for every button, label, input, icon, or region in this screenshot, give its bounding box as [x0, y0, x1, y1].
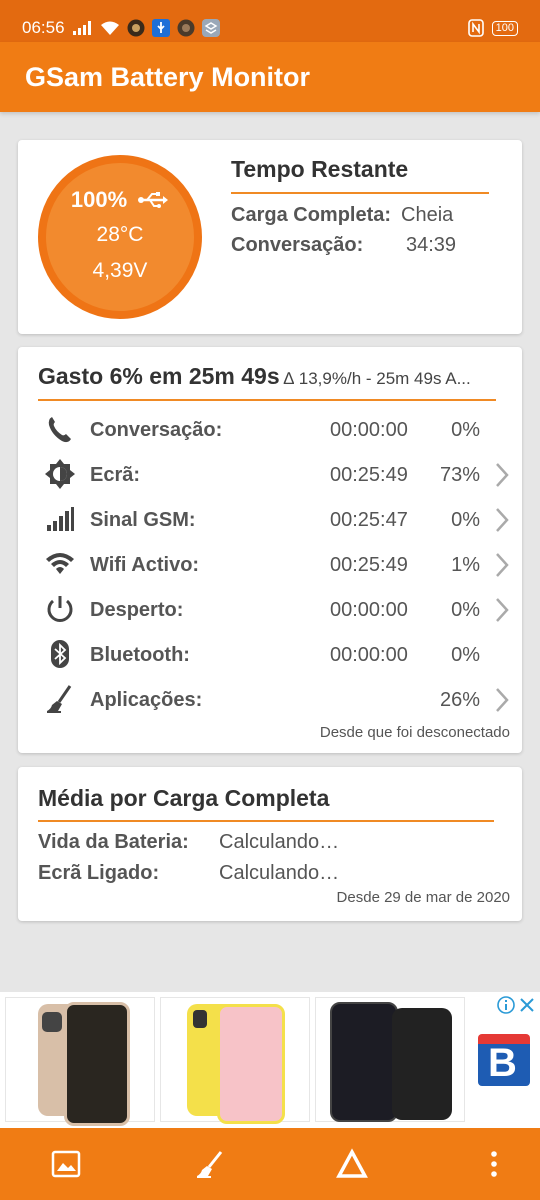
- status-time: 06:56: [22, 18, 65, 37]
- usage-row-label: Aplicações:: [90, 689, 203, 711]
- close-icon[interactable]: [519, 997, 535, 1013]
- remaining-value: Cheia: [401, 204, 454, 226]
- usage-row-percent: 1%: [451, 554, 480, 576]
- usage-row-conversation: Conversação: 00:00:00 0%: [18, 407, 522, 452]
- ad-product-image[interactable]: [5, 997, 155, 1126]
- usage-row-screen[interactable]: Ecrã: 00:25:49 73%: [18, 452, 522, 497]
- remaining-row: Conversação: 34:39: [231, 234, 456, 257]
- image-icon[interactable]: [50, 1148, 82, 1180]
- usage-title-line: Gasto 6% em 25m 49s ∆ 13,9%/h - 25m 49s A…: [38, 363, 471, 390]
- chevron-right-icon[interactable]: [494, 462, 510, 488]
- remaining-row: Carga Completa: Cheia: [231, 204, 453, 227]
- bluetooth-icon: [51, 640, 69, 668]
- usage-row-gsm[interactable]: Sinal GSM: 00:25:47 0%: [18, 497, 522, 542]
- broom-icon: [47, 685, 72, 713]
- brightness-icon: [45, 459, 75, 489]
- info-icon[interactable]: [497, 996, 515, 1014]
- ad-brand-logo[interactable]: B: [478, 1034, 530, 1086]
- usage-title: Gasto 6% em 25m 49s: [38, 363, 280, 389]
- average-label: Vida da Bateria:: [38, 831, 189, 853]
- usage-row-apps[interactable]: Aplicações: 26%: [18, 677, 522, 722]
- delta-icon[interactable]: [336, 1148, 368, 1180]
- usage-row-awake[interactable]: Desperto: 00:00:00 0%: [18, 587, 522, 632]
- ad-banner[interactable]: B: [0, 992, 540, 1128]
- usage-row-time: 00:25:49: [330, 554, 408, 576]
- usage-card: Gasto 6% em 25m 49s ∆ 13,9%/h - 25m 49s A…: [18, 347, 522, 753]
- usage-row-label: Conversação:: [90, 419, 223, 441]
- usage-row-time: 00:00:00: [330, 419, 408, 441]
- notification-icon: [177, 19, 195, 37]
- ad-brand-letter: B: [488, 1041, 517, 1085]
- remaining-title: Tempo Restante: [231, 156, 409, 182]
- average-label: Ecrã Ligado:: [38, 862, 160, 884]
- chevron-right-icon[interactable]: [494, 552, 510, 578]
- chevron-right-icon[interactable]: [494, 597, 510, 623]
- usage-row-label: Ecrã:: [90, 464, 141, 486]
- usage-row-percent: 0%: [451, 599, 480, 621]
- usb-icon: [138, 192, 169, 208]
- usage-footnote: Desde que foi desconectado: [319, 724, 510, 741]
- average-card: Média por Carga Completa Vida da Bateria…: [18, 767, 522, 921]
- signal-icon: [72, 21, 91, 35]
- remaining-label: Carga Completa:: [231, 204, 392, 226]
- battery-percent: 100%: [70, 187, 128, 212]
- usage-row-label: Sinal GSM:: [90, 509, 196, 531]
- battery-voltage: 4,39V: [92, 259, 148, 282]
- nfc-icon: [467, 19, 484, 37]
- usage-row-label: Desperto:: [90, 599, 184, 621]
- chevron-right-icon[interactable]: [494, 687, 510, 713]
- usage-row-time: 00:25:49: [330, 464, 408, 486]
- remaining-label: Conversação:: [231, 234, 364, 256]
- battery-status-card: 100% 28°C 4,39V Tempo Restante Carga Com…: [18, 140, 522, 334]
- ad-product-image[interactable]: [160, 997, 310, 1124]
- battery-gauge[interactable]: 100% 28°C 4,39V: [38, 155, 202, 319]
- title-underline: [38, 820, 494, 822]
- usage-row-percent: 73%: [439, 464, 480, 486]
- usage-row-wifi[interactable]: Wifi Activo: 00:25:49 1%: [18, 542, 522, 587]
- usage-subtitle: ∆ 13,9%/h - 25m 49s A...: [283, 369, 471, 388]
- broom-icon[interactable]: [193, 1148, 225, 1180]
- bottom-toolbar: [0, 1128, 540, 1200]
- average-value: Calculando…: [219, 831, 340, 853]
- notification-icon: [127, 19, 145, 37]
- remaining-value: 34:39: [406, 234, 457, 256]
- stack-icon: [201, 19, 220, 37]
- power-icon: [47, 596, 73, 622]
- average-footnote: Desde 29 de mar de 2020: [336, 889, 510, 906]
- signal-bars-icon: [47, 507, 74, 531]
- usage-row-time: 00:00:00: [330, 599, 408, 621]
- battery-temperature: 28°C: [96, 223, 144, 246]
- usage-row-percent: 26%: [439, 689, 480, 711]
- more-vert-icon[interactable]: [478, 1148, 510, 1180]
- usage-row-time: 00:25:47: [330, 509, 408, 531]
- app-title: GSam Battery Monitor: [25, 61, 311, 92]
- usage-row-label: Wifi Activo:: [90, 554, 200, 576]
- average-title: Média por Carga Completa: [38, 785, 330, 811]
- chevron-right-icon[interactable]: [494, 507, 510, 533]
- title-underline: [38, 399, 496, 401]
- app-bar: GSam Battery Monitor: [0, 42, 540, 112]
- usage-row-time: 00:00:00: [330, 644, 408, 666]
- usage-row-percent: 0%: [451, 509, 480, 531]
- average-value: Calculando…: [219, 862, 340, 884]
- ad-product-image[interactable]: [315, 997, 465, 1122]
- usage-row-percent: 0%: [451, 419, 480, 441]
- title-underline: [231, 192, 489, 194]
- wifi-icon: [46, 553, 74, 574]
- usage-row-bluetooth: Bluetooth: 00:00:00 0%: [18, 632, 522, 677]
- phone-icon: [48, 417, 71, 443]
- usb-icon: [151, 19, 170, 37]
- wifi-icon: [100, 21, 119, 35]
- battery-icon: 100: [491, 20, 518, 36]
- usage-row-label: Bluetooth:: [90, 644, 190, 666]
- usage-row-percent: 0%: [451, 644, 480, 666]
